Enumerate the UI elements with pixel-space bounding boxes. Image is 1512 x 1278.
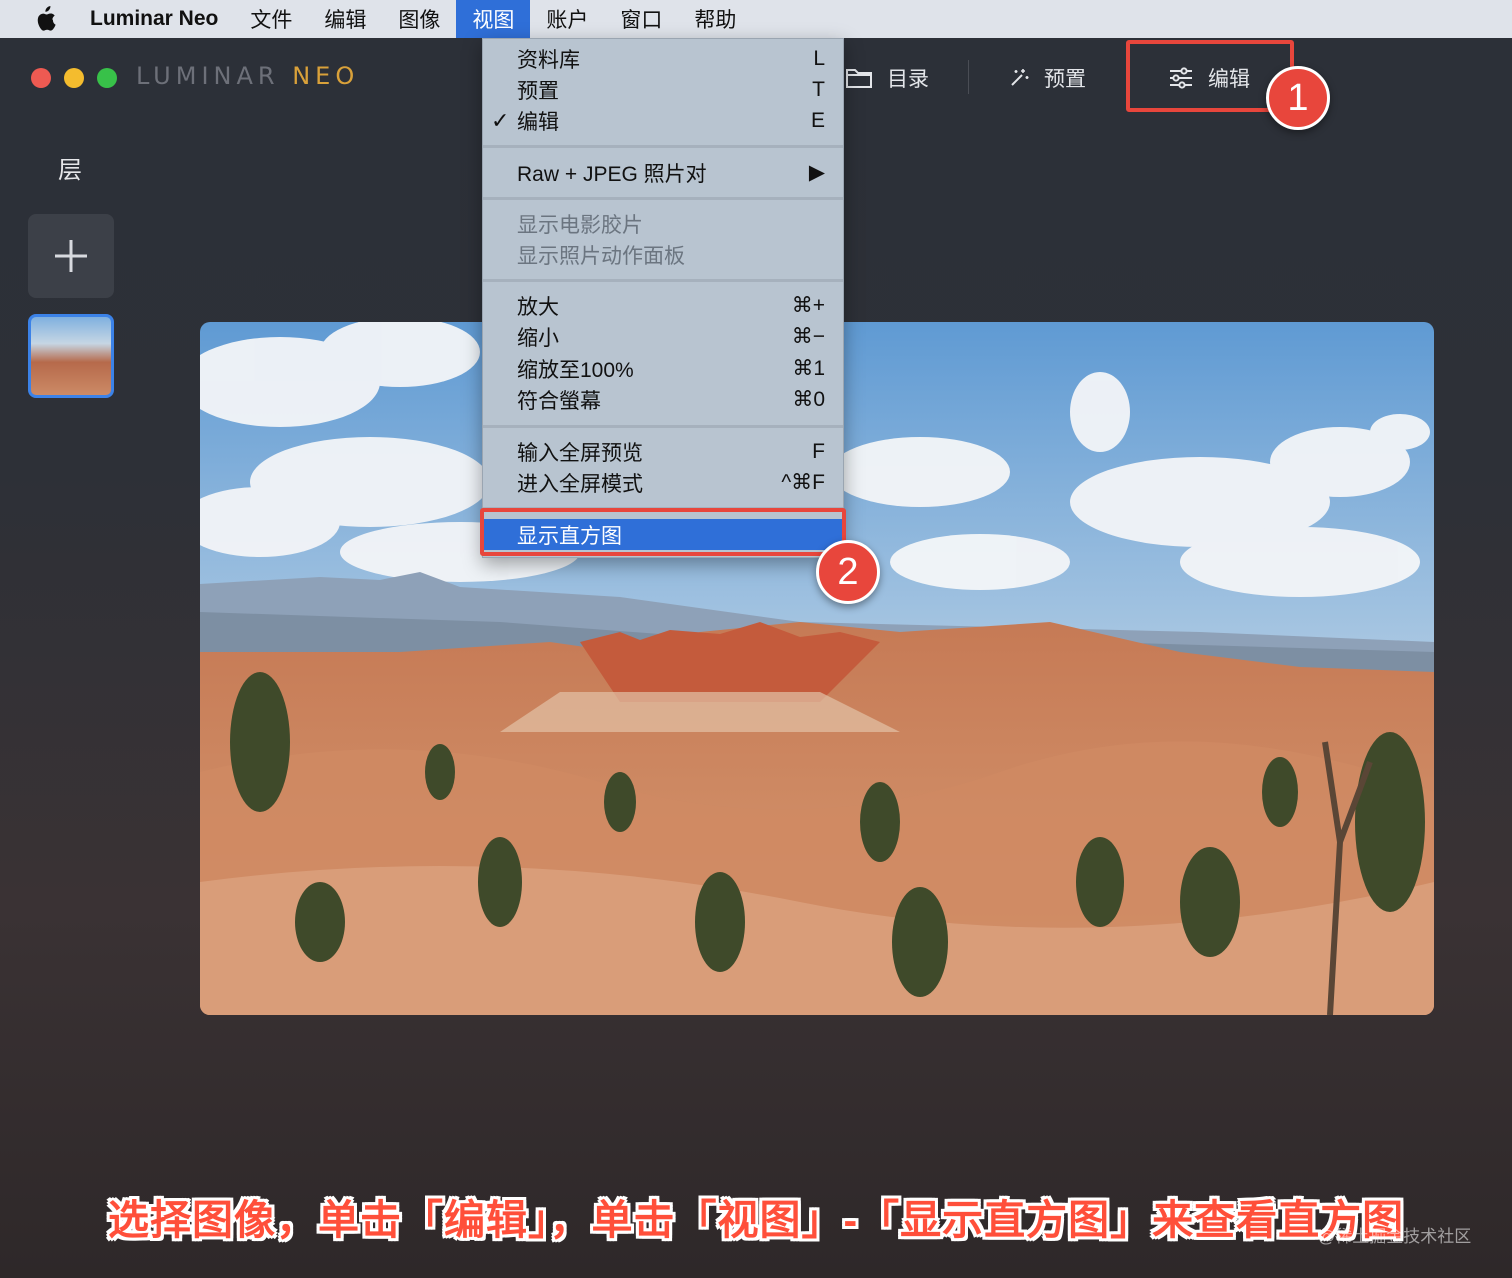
- menu-item-label: 预置: [517, 79, 559, 103]
- step-badge-2: 2: [816, 540, 880, 604]
- menu-separator: [483, 197, 843, 200]
- menu-separator: [483, 145, 843, 148]
- logo-accent-text: NEO: [292, 62, 360, 90]
- nav-presets[interactable]: 预置: [1008, 60, 1086, 96]
- plus-icon: [55, 240, 87, 272]
- menu-item-label: 进入全屏模式: [517, 472, 643, 496]
- menu-item-edit[interactable]: ✓ 编辑 E: [483, 105, 843, 136]
- menu-item-library[interactable]: 资料库 L: [483, 43, 843, 74]
- menu-item-shortcut: ⌘+: [791, 294, 825, 317]
- apple-logo-icon[interactable]: [0, 0, 90, 38]
- menu-window[interactable]: 窗口: [604, 0, 678, 38]
- menu-item-fullscreen-preview[interactable]: 输入全屏预览 F: [483, 436, 843, 467]
- system-menu-bar: Luminar Neo 文件 编辑 图像 视图 账户 窗口 帮助: [0, 0, 1512, 38]
- menu-help[interactable]: 帮助: [678, 0, 752, 38]
- menu-item-label: 显示电影胶片: [517, 213, 643, 237]
- app-logo: LUMINAR NEO: [136, 62, 359, 90]
- menu-item-zoom-in[interactable]: 放大 ⌘+: [483, 290, 843, 321]
- menu-item-shortcut: F: [812, 439, 825, 463]
- menu-item-shortcut: ⌘1: [792, 357, 825, 380]
- menu-item-label: Raw + JPEG 照片对: [517, 162, 707, 186]
- view-dropdown-menu: 资料库 L 预置 T ✓ 编辑 E Raw + JPEG 照片对 ▶ 显示电影胶…: [482, 38, 844, 558]
- menu-item-shortcut: ^⌘F: [781, 471, 825, 494]
- menu-item-presets[interactable]: 预置 T: [483, 74, 843, 105]
- window-zoom-button[interactable]: [97, 68, 117, 88]
- menu-separator: [483, 425, 843, 428]
- nav-presets-label: 预置: [1044, 68, 1086, 91]
- menu-separator: [483, 279, 843, 282]
- window-minimize-button[interactable]: [64, 68, 84, 88]
- menu-item-zoom-out[interactable]: 缩小 ⌘−: [483, 321, 843, 352]
- watermark: @稀土掘金技术社区: [1318, 1227, 1472, 1246]
- menubar-app-name[interactable]: Luminar Neo: [90, 7, 218, 31]
- menu-item-zoom-100[interactable]: 缩放至100% ⌘1: [483, 353, 843, 384]
- window-close-button[interactable]: [31, 68, 51, 88]
- menu-item-show-filmstrip: 显示电影胶片: [483, 208, 843, 239]
- menu-item-fit-screen[interactable]: 符合螢幕 ⌘0: [483, 384, 843, 415]
- menu-item-show-photo-actions: 显示照片动作面板: [483, 239, 843, 270]
- menu-account[interactable]: 账户: [530, 0, 604, 38]
- nav-divider: [968, 60, 969, 94]
- menu-item-label: 编辑: [517, 110, 559, 134]
- menu-item-shortcut: L: [813, 46, 825, 70]
- menu-item-label: 显示照片动作面板: [517, 244, 685, 268]
- step-badge-1: 1: [1266, 66, 1330, 130]
- menu-item-shortcut: ⌘0: [792, 388, 825, 411]
- logo-text: LUMINAR: [136, 62, 280, 90]
- layers-label: 层: [58, 157, 82, 184]
- add-layer-button[interactable]: [28, 214, 114, 298]
- menu-item-shortcut: ⌘−: [791, 325, 825, 348]
- checkmark-icon: ✓: [491, 107, 510, 133]
- highlight-box-histogram: [480, 508, 846, 556]
- menu-view[interactable]: 视图: [456, 0, 531, 38]
- menu-item-enter-fullscreen[interactable]: 进入全屏模式 ^⌘F: [483, 467, 843, 498]
- layer-thumbnail[interactable]: [28, 314, 114, 398]
- nav-catalog-label: 目录: [887, 68, 929, 91]
- menu-item-raw-jpeg-pairs[interactable]: Raw + JPEG 照片对 ▶: [483, 157, 843, 188]
- menu-item-shortcut: T: [812, 77, 825, 101]
- menu-edit[interactable]: 编辑: [308, 0, 382, 38]
- folder-icon: [846, 69, 872, 88]
- menu-item-label: 资料库: [517, 48, 580, 72]
- menu-item-label: 输入全屏预览: [517, 441, 643, 465]
- menu-item-label: 符合螢幕: [517, 389, 601, 413]
- menu-item-label: 缩小: [517, 326, 559, 350]
- magic-wand-icon: [1011, 69, 1029, 86]
- menu-item-label: 缩放至100%: [517, 358, 634, 382]
- nav-catalog[interactable]: 目录: [845, 60, 929, 96]
- submenu-arrow-icon: ▶: [808, 161, 825, 184]
- menu-image[interactable]: 图像: [382, 0, 456, 38]
- instruction-caption: 选择图像，单击「编辑」，单击「视图」-「显示直方图」来查看直方图: [108, 1197, 1405, 1243]
- menu-item-shortcut: E: [810, 108, 825, 132]
- menu-file[interactable]: 文件: [234, 0, 308, 38]
- menu-item-label: 放大: [517, 295, 559, 319]
